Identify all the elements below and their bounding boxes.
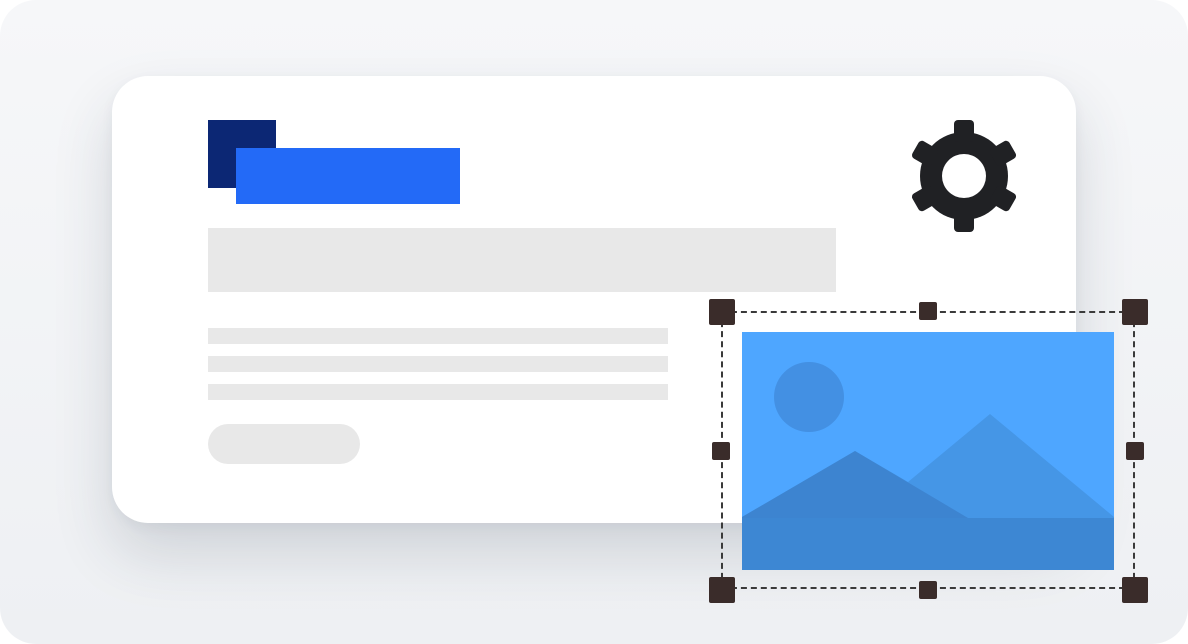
resize-handle-top-right[interactable] [1122,299,1148,325]
resize-handle-bottom-right[interactable] [1122,577,1148,603]
logo-wordmark-placeholder [236,148,460,204]
text-line-placeholder [208,384,668,400]
resize-handle-top-left[interactable] [709,299,735,325]
button-placeholder[interactable] [208,424,360,464]
resize-handle-middle-left[interactable] [712,442,730,460]
resize-handle-middle-right[interactable] [1126,442,1144,460]
gear-icon[interactable] [904,116,1024,236]
resize-handle-bottom-left[interactable] [709,577,735,603]
text-line-placeholder [208,356,668,372]
headline-placeholder [208,228,836,292]
resize-handle-top-center[interactable] [919,302,937,320]
text-line-placeholder [208,328,668,344]
canvas-background [0,0,1188,644]
resize-handle-bottom-center[interactable] [919,581,937,599]
image-placeholder-icon[interactable] [742,332,1114,570]
